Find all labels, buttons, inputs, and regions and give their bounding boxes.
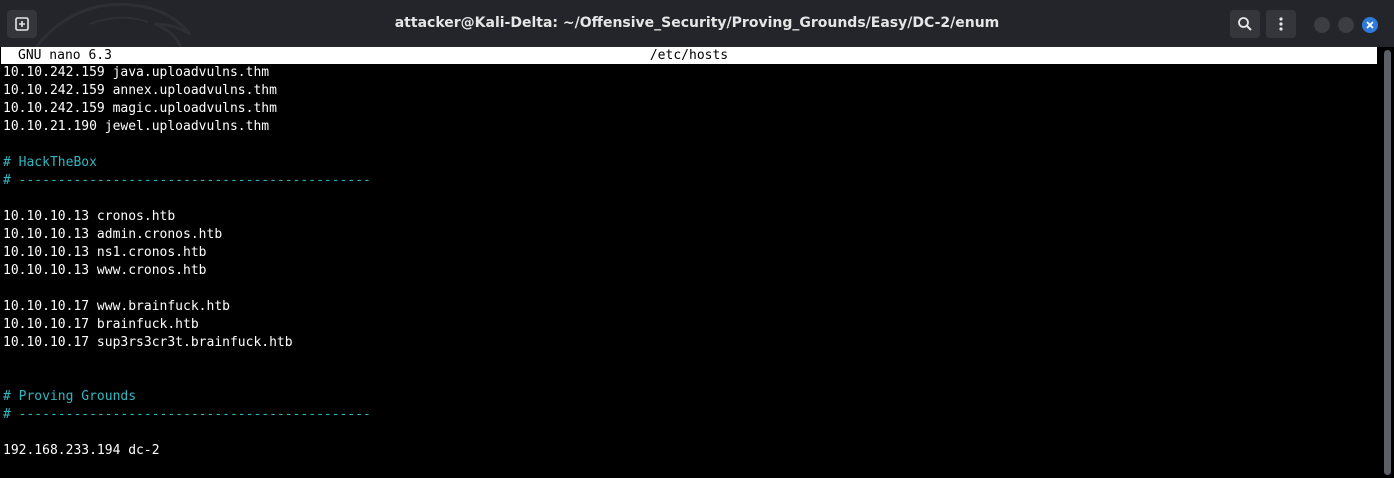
text-line: 10.10.10.13 www.cronos.htb	[3, 263, 207, 278]
text-line: 10.10.242.159 annex.uploadvulns.thm	[3, 83, 277, 98]
text-line: 10.10.10.13 admin.cronos.htb	[3, 227, 223, 242]
comment-line: # HackTheBox	[3, 155, 97, 170]
comment-line: # Proving Grounds	[3, 389, 137, 404]
close-button[interactable]	[1362, 17, 1378, 33]
nano-filename: /etc/hosts	[649, 48, 729, 63]
text-line: 10.10.10.13 cronos.htb	[3, 209, 176, 224]
nano-header-bar: GNU nano 6.3 /etc/hosts	[1, 47, 1377, 64]
search-button[interactable]	[1230, 10, 1260, 38]
text-line: 192.168.233.194 dc-2	[3, 443, 160, 458]
text-line: 10.10.10.17 brainfuck.htb	[3, 317, 199, 332]
text-line: 10.10.10.17 www.brainfuck.htb	[3, 299, 230, 314]
file-content[interactable]: 10.10.242.159 java.uploadvulns.thm 10.10.…	[3, 64, 371, 460]
search-icon	[1238, 17, 1252, 31]
text-line	[3, 370, 371, 388]
text-line: 10.10.10.17 sup3rs3cr3t.brainfuck.htb	[3, 335, 293, 350]
maximize-button[interactable]	[1338, 17, 1354, 33]
text-line	[3, 190, 371, 208]
minimize-button[interactable]	[1314, 17, 1330, 33]
text-line: 10.10.242.159 java.uploadvulns.thm	[3, 65, 270, 80]
text-line	[3, 352, 371, 370]
terminal-area[interactable]: GNU nano 6.3 /etc/hosts 10.10.242.159 ja…	[0, 47, 1381, 478]
window-title: attacker@Kali-Delta: ~/Offensive_Securit…	[394, 15, 1000, 31]
text-line: 10.10.10.13 ns1.cronos.htb	[3, 245, 207, 260]
text-line	[3, 280, 371, 298]
comment-line: # --------------------------------------…	[3, 407, 371, 422]
text-line	[3, 424, 371, 442]
menu-button[interactable]	[1266, 10, 1296, 38]
window-titlebar[interactable]: attacker@Kali-Delta: ~/Offensive_Securit…	[0, 0, 1394, 47]
scrollbar[interactable]	[1382, 47, 1394, 478]
text-line	[3, 136, 371, 154]
scrollbar-thumb[interactable]	[1384, 50, 1391, 475]
text-line: 10.10.242.159 magic.uploadvulns.thm	[3, 101, 277, 116]
comment-line: # --------------------------------------…	[3, 173, 371, 188]
vertical-dots-menu-icon	[1279, 17, 1283, 31]
text-line: 10.10.21.190 jewel.uploadvulns.thm	[3, 119, 270, 134]
close-icon	[1366, 21, 1374, 29]
